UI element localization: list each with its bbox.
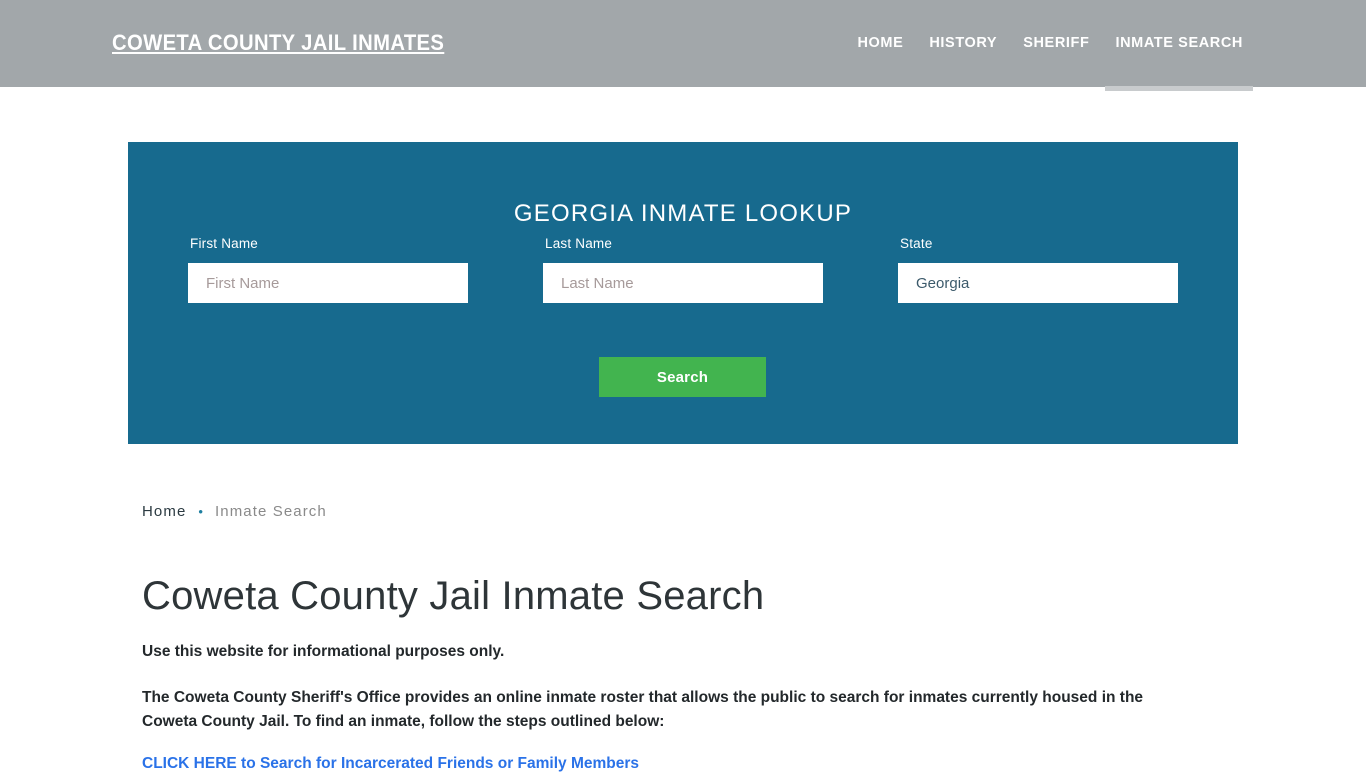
- panel-title: GEORGIA INMATE LOOKUP: [513, 199, 853, 227]
- breadcrumb: Home • Inmate Search: [142, 500, 1222, 522]
- nav-item-home[interactable]: HOME: [844, 32, 916, 54]
- last-name-label: Last Name: [545, 236, 613, 251]
- last-name-input[interactable]: [543, 263, 823, 303]
- informational-notice: Use this website for informational purpo…: [142, 643, 505, 660]
- search-inmates-cta-link[interactable]: CLICK HERE to Search for Incarcerated Fr…: [142, 755, 639, 773]
- last-name-field-group: Last Name: [543, 236, 823, 303]
- page-content: Home • Inmate Search Coweta County Jail …: [142, 500, 1222, 773]
- breadcrumb-separator-icon: •: [198, 503, 203, 519]
- search-button[interactable]: Search: [599, 357, 766, 397]
- nav-item-sheriff[interactable]: SHERIFF: [1010, 32, 1102, 54]
- breadcrumb-current: Inmate Search: [214, 502, 327, 520]
- inmate-lookup-panel: GEORGIA INMATE LOOKUP First Name Last Na…: [128, 142, 1238, 444]
- main-navigation: HOME HISTORY SHERIFF INMATE SEARCH: [844, 32, 1256, 91]
- state-label: State: [900, 236, 933, 251]
- intro-paragraph: The Coweta County Sheriff's Office provi…: [142, 689, 1144, 731]
- state-field-group: State: [898, 236, 1178, 303]
- first-name-input[interactable]: [188, 263, 468, 303]
- state-input[interactable]: [898, 263, 1178, 303]
- first-name-label: First Name: [190, 236, 259, 251]
- site-brand-logo[interactable]: COWETA COUNTY JAIL INMATES: [112, 30, 444, 56]
- search-fields-row: First Name Last Name State: [128, 236, 1238, 303]
- page-title: Coweta County Jail Inmate Search: [142, 574, 765, 618]
- nav-item-inmate-search[interactable]: INMATE SEARCH: [1102, 32, 1256, 91]
- nav-item-history[interactable]: HISTORY: [916, 32, 1010, 54]
- breadcrumb-home-link[interactable]: Home: [142, 503, 186, 520]
- first-name-field-group: First Name: [188, 236, 468, 303]
- site-header: COWETA COUNTY JAIL INMATES HOME HISTORY …: [0, 0, 1366, 91]
